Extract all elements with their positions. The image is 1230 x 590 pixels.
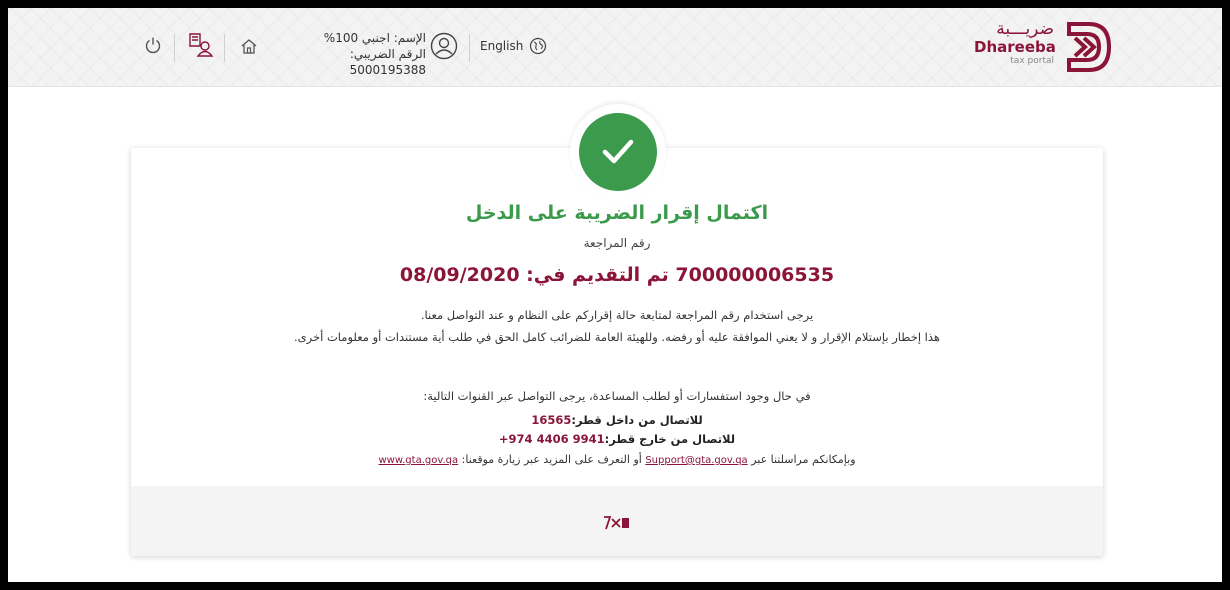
header: ضريـــبة Dhareeba tax portal English الإ… — [8, 8, 1222, 87]
logo-subtitle: tax portal — [1010, 56, 1054, 66]
contact-inside-qatar: للاتصال من داخل قطر:16565 — [131, 413, 1103, 427]
reference-line: 700000006535 تم التقديم في: 08/09/2020 — [131, 264, 1103, 286]
submitted-label: تم التقديم في: — [526, 264, 669, 286]
mail-middle: أو التعرف على المزيد عبر زيارة موقعنا: — [461, 453, 642, 466]
home-icon[interactable] — [240, 38, 258, 54]
user-info: الإسم: اجنبي 100% الرقم الضريبي: 5000195… — [270, 30, 426, 78]
outside-number: 9941 4406 974+ — [498, 432, 605, 446]
header-divider — [174, 34, 175, 62]
header-divider — [224, 34, 225, 62]
language-switch[interactable]: English — [480, 37, 547, 55]
tax-number: الرقم الضريبي: 5000195388 — [349, 47, 426, 77]
reference-note: يرجى استخدام رقم المراجعة لمتابعة حالة إ… — [420, 308, 814, 322]
success-badge — [570, 104, 666, 200]
receipt-note: هذا إخطار بإستلام الإقرار و لا يعني المو… — [294, 330, 940, 344]
contact-email-line: وبإمكانكم مراسلتنا عبر Support@gta.gov.q… — [131, 453, 1103, 466]
header-divider — [469, 34, 470, 62]
globe-icon — [530, 37, 547, 55]
confirmation-card: اكتمال إقرار الضريبة على الدخل رقم المرا… — [131, 148, 1103, 556]
card-footer — [131, 486, 1103, 556]
mail-prefix: وبإمكانكم مراسلتنا عبر — [751, 453, 856, 466]
profile-icon[interactable] — [188, 32, 214, 58]
check-icon — [602, 139, 634, 164]
submitted-date: 08/09/2020 — [399, 264, 520, 286]
gta-footer-logo — [604, 516, 629, 530]
power-icon[interactable] — [144, 36, 162, 54]
inside-label: للاتصال من داخل قطر: — [571, 413, 703, 427]
email-link[interactable]: Support@gta.gov.qa — [645, 455, 747, 466]
language-label: English — [480, 39, 524, 53]
confirmation-title: اكتمال إقرار الضريبة على الدخل — [465, 202, 769, 224]
logo-arabic: ضريـــبة — [996, 19, 1054, 39]
logo-english: Dhareeba — [974, 38, 1056, 56]
reference-label: رقم المراجعة — [583, 236, 651, 250]
logo-text: ضريـــبة Dhareeba tax portal — [974, 19, 1056, 66]
inside-number: 16565 — [531, 413, 572, 427]
contact-outside-qatar: للاتصال من خارج قطر:9941 4406 974+ — [131, 432, 1103, 446]
website-link[interactable]: www.gta.gov.qa — [379, 455, 459, 466]
help-text: في حال وجود استفسارات أو لطلب المساعدة، … — [423, 389, 811, 403]
app-frame: ضريـــبة Dhareeba tax portal English الإ… — [8, 8, 1222, 582]
user-name: الإسم: اجنبي 100% — [323, 31, 426, 45]
outside-label: للاتصال من خارج قطر: — [604, 432, 736, 446]
logo-icon[interactable] — [1063, 14, 1115, 80]
user-icon — [430, 32, 458, 60]
reference-number: 700000006535 — [675, 264, 835, 286]
